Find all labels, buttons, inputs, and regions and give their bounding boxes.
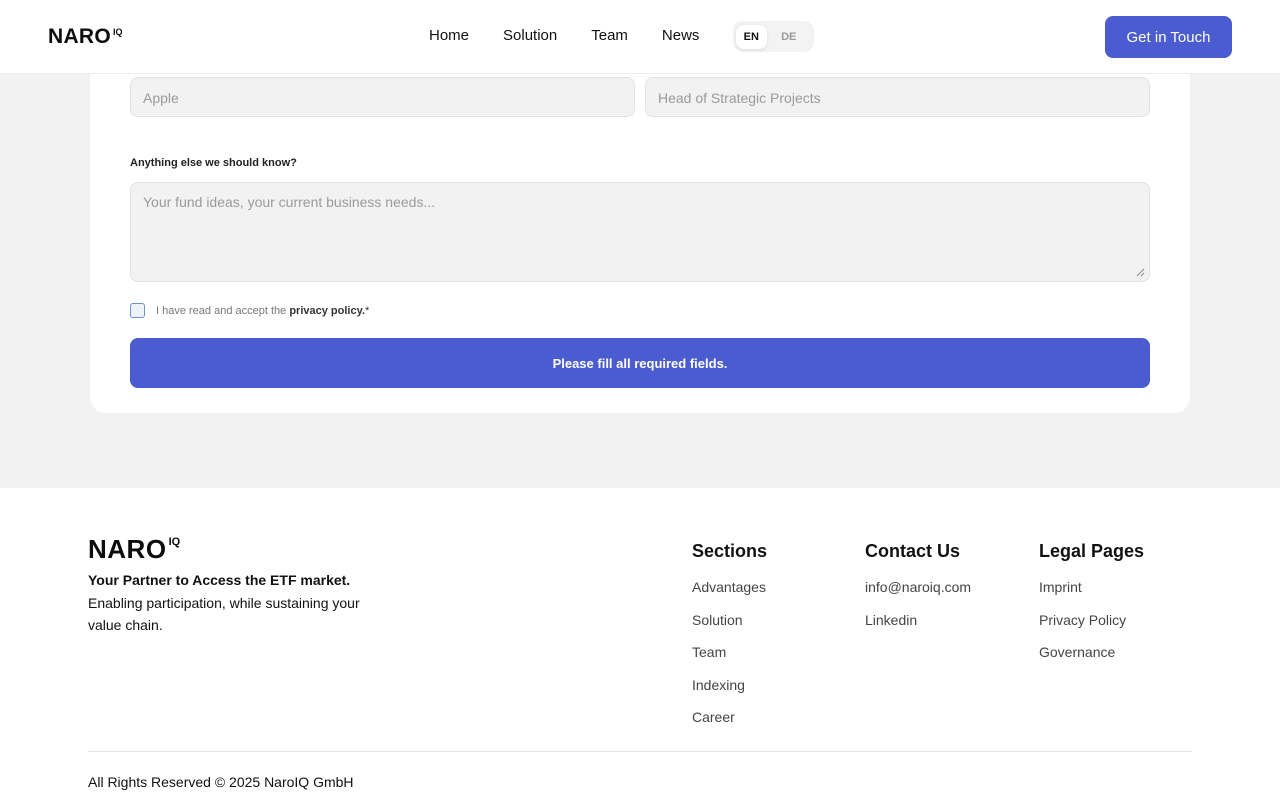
footer-legal-column: Legal Pages Imprint Privacy Policy Gover… [1039,540,1144,676]
footer-contact-column: Contact Us info@naroiq.com Linkedin [865,540,971,643]
main-nav: Home Solution Team News [429,26,699,46]
footer-link-indexing[interactable]: Indexing [692,676,767,694]
contact-heading: Contact Us [865,541,961,561]
footer-description: Enabling participation, while sustaining… [88,595,360,633]
privacy-checkbox[interactable] [130,303,145,318]
privacy-policy-link[interactable]: privacy policy. [289,305,365,317]
privacy-consent-row: I have read and accept the privacy polic… [130,303,369,318]
footer-logo-superscript: IQ [168,536,181,548]
sections-heading: Sections [692,541,768,561]
required-mark: * [364,304,370,317]
footer-link-privacy-policy[interactable]: Privacy Policy [1039,611,1144,629]
footer-link-governance[interactable]: Governance [1039,643,1144,661]
lang-de[interactable]: DE [774,25,805,49]
nav-news[interactable]: News [662,26,700,46]
logo-text: NARO [48,25,112,48]
footer-link-linkedin[interactable]: Linkedin [865,611,971,629]
nav-team[interactable]: Team [591,26,628,46]
nav-home[interactable]: Home [429,26,469,46]
header-logo[interactable]: NARO IQ [48,26,123,48]
footer-divider [88,751,1192,752]
company-input[interactable]: Apple [130,77,635,117]
site-footer: NARO IQ Your Partner to Access the ETF m… [0,488,1280,800]
resize-handle-icon[interactable] [1136,268,1145,277]
footer-link-solution[interactable]: Solution [692,611,767,629]
footer-link-advantages[interactable]: Advantages [692,578,767,596]
nav-solution[interactable]: Solution [503,26,557,46]
footer-logo[interactable]: NARO IQ [88,536,180,562]
footer-sections-column: Sections Advantages Solution Team Indexi… [692,540,767,741]
position-input[interactable]: Head of Strategic Projects [645,77,1150,117]
message-placeholder: Your fund ideas, your current business n… [143,194,436,210]
legal-heading: Legal Pages [1039,541,1145,561]
get-in-touch-button[interactable]: Get in Touch [1105,16,1232,58]
footer-tagline: Your Partner to Access the ETF market. [88,572,351,588]
footer-link-imprint[interactable]: Imprint [1039,578,1144,596]
message-label: Anything else we should know? [130,157,297,169]
privacy-text: I have read and accept the [156,304,290,317]
language-switcher: EN DE [733,21,814,52]
footer-link-career[interactable]: Career [692,708,767,726]
footer-link-email[interactable]: info@naroiq.com [865,578,971,596]
footer-link-team[interactable]: Team [692,643,767,661]
lang-en[interactable]: EN [736,24,767,49]
footer-logo-text: NARO [88,534,167,564]
message-textarea[interactable]: Your fund ideas, your current business n… [130,182,1150,282]
contact-form-card: Apple Head of Strategic Projects Anythin… [90,30,1190,413]
logo-superscript: IQ [113,27,123,37]
site-header: NARO IQ Home Solution Team News EN DE Ge… [0,0,1280,74]
copyright-text: All Rights Reserved © 2025 NaroIQ GmbH [88,774,354,790]
submit-button[interactable]: Please fill all required fields. [130,338,1150,388]
